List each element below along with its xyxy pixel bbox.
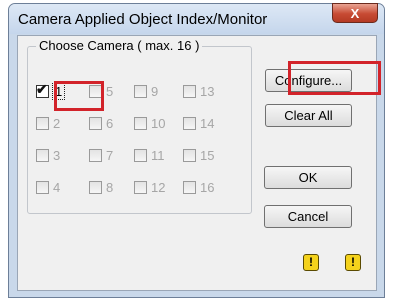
checkbox-box[interactable] [134,117,147,130]
configure-button[interactable]: Configure... [265,69,352,92]
checkbox-label: 1 [52,83,66,100]
checkbox-label: 6 [106,116,114,131]
dialog-client: Choose Camera ( max. 16 ) ✔ 1 2 3 4 5 6 7 8 9 10 11… [17,35,377,291]
checkbox-label: 11 [151,148,165,163]
cancel-button[interactable]: Cancel [264,205,352,228]
dialog-window: Camera Applied Object Index/Monitor X Ch… [8,3,385,298]
checkbox-box[interactable]: ✔ [36,81,49,98]
checkbox-box[interactable] [183,117,196,130]
warning-icon: ! [303,254,319,271]
checkbox-box[interactable] [89,181,102,194]
checkbox-box[interactable] [183,149,196,162]
checkbox-label: 3 [53,148,61,163]
checkbox-label: 2 [53,116,61,131]
checkbox-box[interactable] [183,85,196,98]
checkbox-label: 4 [53,180,61,195]
checkbox-label: 10 [151,116,166,131]
checkbox-box[interactable] [89,149,102,162]
checkbox-label: 8 [106,180,114,195]
checkbox-box[interactable] [36,181,49,194]
checkbox-box[interactable] [134,149,147,162]
warning-icon: ! [345,254,361,271]
checkbox-label: 14 [200,116,215,131]
checkmark-icon: ✔ [36,81,48,97]
checkbox-box[interactable] [183,181,196,194]
checkbox-box[interactable] [89,85,102,98]
clear-all-button[interactable]: Clear All [265,104,352,127]
checkbox-label: 7 [106,148,114,163]
checkbox-label: 16 [200,180,215,195]
checkbox-box[interactable] [36,149,49,162]
title-bar[interactable]: Camera Applied Object Index/Monitor X [9,3,384,34]
checkbox-box[interactable] [134,181,147,194]
checkbox-label: 13 [200,84,215,99]
checkbox-label: 5 [106,84,114,99]
camera-groupbox: Choose Camera ( max. 16 ) ✔ 1 2 3 4 5 6 7 8 9 10 11… [27,38,252,214]
close-button[interactable]: X [332,3,378,23]
checkbox-label: 15 [200,148,215,163]
groupbox-legend: Choose Camera ( max. 16 ) [36,38,203,53]
ok-button[interactable]: OK [264,166,352,189]
checkbox-box[interactable] [36,117,49,130]
checkbox-box[interactable] [134,85,147,98]
checkbox-label: 9 [151,84,159,99]
checkbox-label: 12 [151,180,166,195]
window-title: Camera Applied Object Index/Monitor [18,11,268,28]
checkbox-box[interactable] [89,117,102,130]
